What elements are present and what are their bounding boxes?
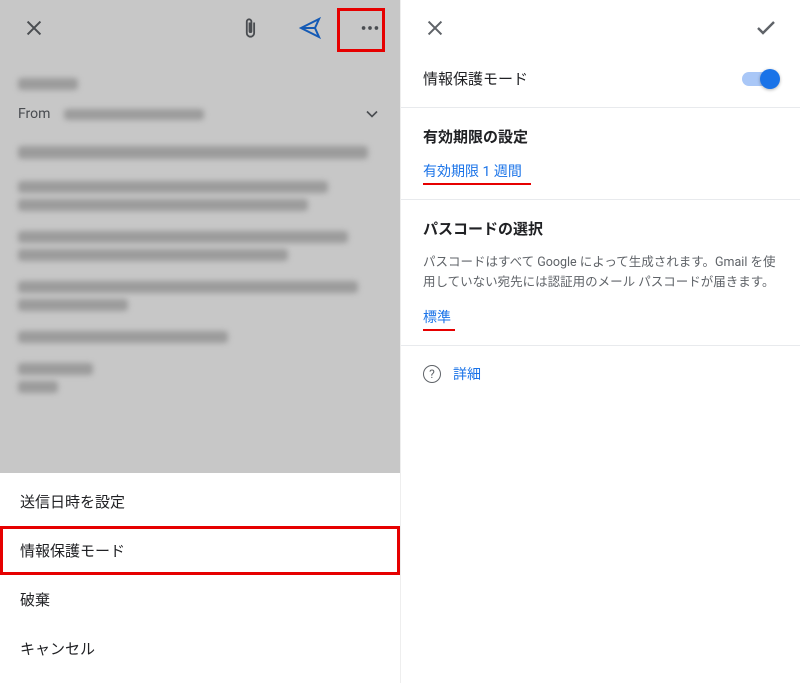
help-icon: ? bbox=[423, 365, 441, 383]
body-line-blurred bbox=[18, 181, 328, 193]
attachment-icon[interactable] bbox=[230, 8, 270, 48]
from-row[interactable]: From bbox=[18, 90, 382, 138]
toggle-knob bbox=[760, 69, 780, 89]
confidential-header bbox=[401, 0, 800, 56]
body-line-blurred bbox=[18, 299, 128, 311]
close-icon[interactable] bbox=[14, 8, 54, 48]
expiry-value[interactable]: 有効期限 1 週間 bbox=[423, 161, 522, 183]
menu-discard[interactable]: 破棄 bbox=[0, 575, 400, 624]
subject-blurred bbox=[18, 146, 368, 159]
details-link[interactable]: ? 詳細 bbox=[401, 346, 800, 402]
mode-label: 情報保護モード bbox=[423, 68, 528, 89]
details-label: 詳細 bbox=[453, 364, 481, 384]
expiry-section: 有効期限の設定 有効期限 1 週間 bbox=[401, 108, 800, 199]
close-icon[interactable] bbox=[415, 8, 455, 48]
dimmed-compose-background: From bbox=[0, 0, 400, 502]
menu-schedule-send[interactable]: 送信日時を設定 bbox=[0, 477, 400, 526]
mode-toggle-row: 情報保護モード bbox=[401, 56, 800, 107]
body-line-blurred bbox=[18, 331, 228, 343]
passcode-description: パスコードはすべて Google によって生成されます。Gmail を使用してい… bbox=[423, 253, 778, 293]
menu-confidential-mode[interactable]: 情報保護モード bbox=[0, 526, 400, 575]
highlight-underline bbox=[423, 183, 531, 185]
from-address-blurred bbox=[64, 109, 204, 120]
body-line-blurred bbox=[18, 363, 93, 375]
body-line-blurred bbox=[18, 199, 308, 211]
bottom-sheet-menu: 送信日時を設定 情報保護モード 破棄 キャンセル bbox=[0, 473, 400, 683]
body-line-blurred bbox=[18, 249, 288, 261]
mode-toggle[interactable] bbox=[742, 72, 778, 86]
body-line-blurred bbox=[18, 281, 358, 293]
body-line-blurred bbox=[18, 381, 58, 393]
body-line-blurred bbox=[18, 231, 348, 243]
send-icon[interactable] bbox=[290, 8, 330, 48]
more-icon[interactable] bbox=[350, 8, 390, 48]
highlight-underline bbox=[423, 329, 455, 331]
compose-header bbox=[0, 0, 400, 56]
passcode-title: パスコードの選択 bbox=[423, 218, 778, 239]
chevron-down-icon[interactable] bbox=[362, 104, 382, 124]
from-label: From bbox=[18, 106, 50, 122]
confirm-check-icon[interactable] bbox=[746, 8, 786, 48]
to-field-blurred bbox=[18, 78, 78, 90]
passcode-section: パスコードの選択 パスコードはすべて Google によって生成されます。Gma… bbox=[401, 200, 800, 345]
expiry-title: 有効期限の設定 bbox=[423, 126, 778, 147]
passcode-value[interactable]: 標準 bbox=[423, 307, 451, 329]
compose-screen: From 送信日時を設定 情報保護モード 破棄 キャンセル bbox=[0, 0, 400, 683]
confidential-mode-screen: 情報保護モード 有効期限の設定 有効期限 1 週間 パスコードの選択 パスコード… bbox=[400, 0, 800, 683]
menu-cancel[interactable]: キャンセル bbox=[0, 624, 400, 673]
